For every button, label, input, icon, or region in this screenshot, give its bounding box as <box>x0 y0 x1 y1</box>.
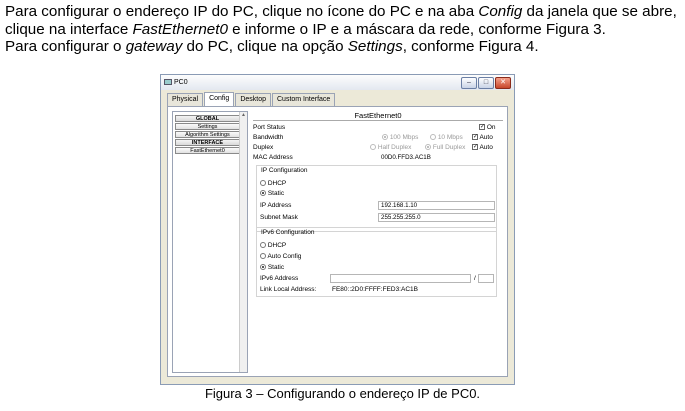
subnet-mask-label: Subnet Mask <box>260 214 298 221</box>
half-duplex-radio[interactable] <box>370 144 376 151</box>
dhcp6-label: DHCP <box>267 242 287 249</box>
sidebar-header-global: GLOBAL <box>175 115 240 122</box>
tab-custom-interface[interactable]: Custom Interface <box>272 93 336 106</box>
full-duplex-option: Full Duplex <box>425 144 465 152</box>
static-radio[interactable] <box>260 190 266 197</box>
ipv6-prefix-input[interactable] <box>478 274 494 283</box>
autoconfig-option: Auto Config <box>260 253 301 261</box>
pc-icon <box>164 79 172 86</box>
p2-part: do PC, clique na opção <box>182 38 348 55</box>
paragraph-1: Para configurar o endereço IP do PC, cli… <box>5 3 685 38</box>
duplex-label: Duplex <box>253 144 274 151</box>
p2-part: Para configurar o <box>5 38 126 55</box>
title-bar: PC0 – □ ✕ <box>161 75 514 90</box>
bw-100-label: 100 Mbps <box>389 134 419 141</box>
mac-address-field[interactable]: 00D0.FFD3.AC1B <box>378 153 488 162</box>
link-local-value: FE80::2D0:FFFF:FED3:AC1B <box>332 286 418 293</box>
dhcp-radio[interactable] <box>260 180 266 187</box>
port-status-checkbox[interactable]: ✓ <box>479 124 485 131</box>
ipv6-config-title: IPv6 Configuration <box>261 229 315 236</box>
autoconfig-radio[interactable] <box>260 253 266 260</box>
port-on-label: On <box>486 124 496 131</box>
window-controls: – □ ✕ <box>461 77 511 89</box>
panel-title: FastEthernet0 <box>253 111 503 121</box>
duplex-auto-option: ✓ Auto <box>472 144 493 152</box>
static6-radio[interactable] <box>260 264 266 271</box>
bw-100-radio[interactable] <box>382 134 388 141</box>
bw-10-label: 10 Mbps <box>437 134 463 141</box>
tab-desktop[interactable]: Desktop <box>235 93 271 106</box>
port-status-control: ✓ On <box>479 124 495 132</box>
duplex-auto-label: Auto <box>479 144 493 151</box>
p2-settings: Settings <box>347 38 403 55</box>
p1-fastethernet: FastEthernet0 <box>132 20 228 38</box>
minimize-button[interactable]: – <box>461 77 477 89</box>
ipv6-prefix-slash: / <box>474 275 476 282</box>
link-local-label: Link Local Address: <box>260 286 317 293</box>
bw-auto-label: Auto <box>479 134 493 141</box>
half-duplex-label: Half Duplex <box>377 144 412 151</box>
static-label: Static <box>267 190 285 197</box>
sidebar-scrollbar[interactable]: ▲ <box>239 112 247 372</box>
paragraph-2: Para configurar o gateway do PC, clique … <box>5 38 685 56</box>
dhcp6-radio[interactable] <box>260 242 266 249</box>
bw-auto-checkbox[interactable]: ✓ <box>472 134 478 141</box>
subnet-mask-input[interactable]: 255.255.255.0 <box>378 213 495 222</box>
scroll-up-icon[interactable]: ▲ <box>240 112 247 118</box>
window-title: PC0 <box>174 79 188 86</box>
config-pane: GLOBAL Settings Algorithm Settings INTER… <box>167 106 508 377</box>
ip-address-label: IP Address <box>260 202 292 209</box>
bw-10-radio[interactable] <box>430 134 436 141</box>
bw-auto-option: ✓ Auto <box>472 134 493 142</box>
sidebar-header-interface: INTERFACE <box>175 139 240 146</box>
pc0-window: PC0 – □ ✕ Physical Config Desktop Custom… <box>160 74 515 385</box>
static6-label: Static <box>267 264 285 271</box>
close-button[interactable]: ✕ <box>495 77 511 89</box>
dhcp-option: DHCP <box>260 180 286 188</box>
ip-config-title: IP Configuration <box>261 167 308 174</box>
maximize-button[interactable]: □ <box>478 77 494 89</box>
p2-gateway: gateway <box>125 38 183 55</box>
instructions-text: Para configurar o endereço IP do PC, cli… <box>5 3 685 56</box>
tab-physical[interactable]: Physical <box>167 93 204 106</box>
bw-10-option: 10 Mbps <box>430 134 463 142</box>
ip-address-input[interactable]: 192.168.1.10 <box>378 201 495 210</box>
dhcp-label: DHCP <box>267 180 287 187</box>
ipv6-address-label: IPv6 Address <box>260 275 299 282</box>
half-duplex-option: Half Duplex <box>370 144 411 152</box>
sidebar-item-fastethernet0[interactable]: FastEthernet0 <box>175 147 240 154</box>
static-option: Static <box>260 190 284 198</box>
p1-part: e informe o IP e a máscara da rede, conf… <box>227 20 606 38</box>
full-duplex-radio[interactable] <box>425 144 431 151</box>
autoconfig-label: Auto Config <box>267 253 302 260</box>
figure-caption: Figura 3 – Configurando o endereço IP de… <box>204 386 481 401</box>
p1-config: Config <box>478 3 523 20</box>
mac-address-label: MAC Address <box>253 154 293 161</box>
interface-panel: FastEthernet0 Port Status ✓ On Bandwidth… <box>253 111 503 373</box>
sidebar-item-algorithm-settings[interactable]: Algorithm Settings <box>175 131 240 138</box>
ipv6-address-input[interactable] <box>330 274 471 283</box>
static6-option: Static <box>260 264 284 272</box>
bw-100-option: 100 Mbps <box>382 134 418 142</box>
bandwidth-label: Bandwidth <box>253 134 284 141</box>
full-duplex-label: Full Duplex <box>432 144 466 151</box>
p1-part: Para configurar o endereço IP do PC, cli… <box>5 3 479 20</box>
duplex-auto-checkbox[interactable]: ✓ <box>472 144 478 151</box>
config-sidebar: GLOBAL Settings Algorithm Settings INTER… <box>172 111 248 373</box>
sidebar-item-settings[interactable]: Settings <box>175 123 240 130</box>
p2-part: , conforme Figura 4. <box>402 38 539 55</box>
tab-bar: Physical Config Desktop Custom Interface <box>167 92 336 107</box>
port-status-label: Port Status <box>253 124 286 131</box>
tab-config[interactable]: Config <box>204 92 235 106</box>
dhcp6-option: DHCP <box>260 242 286 250</box>
